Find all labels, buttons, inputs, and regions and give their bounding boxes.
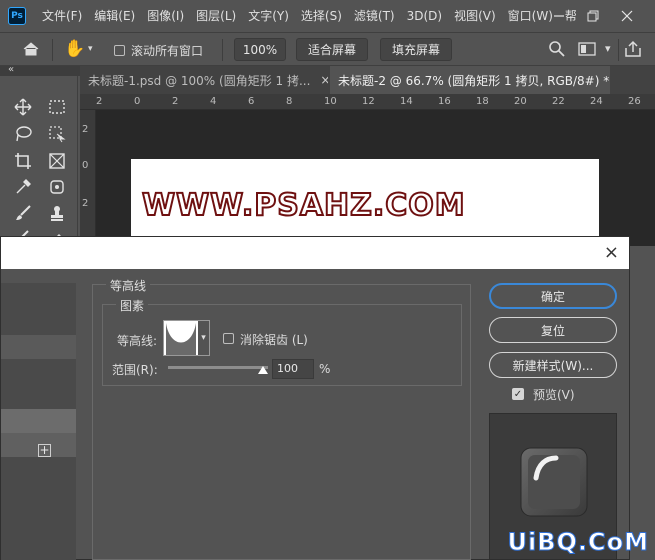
menu-type[interactable]: 文字(Y) [242, 0, 295, 32]
tab-label: 未标题-1.psd @ 100% (圆角矩形 1 拷... [88, 73, 311, 88]
style-list [1, 283, 76, 560]
tab-close-icon[interactable]: × [320, 73, 328, 87]
section-title: 等高线 [106, 277, 151, 294]
tab-label: 未标题-2 @ 66.7% (圆角矩形 1 拷贝, RGB/8#) * [338, 73, 610, 88]
separator [52, 39, 53, 61]
scroll-all-label: 滚动所有窗口 [131, 44, 204, 58]
ok-button[interactable]: 确定 [489, 283, 617, 309]
add-effect-icon[interactable]: + [38, 444, 51, 457]
tab-document-1[interactable]: 未标题-1.psd @ 100% (圆角矩形 1 拷... × [80, 66, 328, 94]
range-label: 范围(R): [112, 363, 158, 377]
ruler-tick-label: 12 [362, 96, 375, 107]
ruler-tick-label: 16 [438, 96, 451, 107]
new-style-button[interactable]: 新建样式(W)... [489, 352, 617, 378]
move-tool-icon[interactable] [12, 96, 34, 118]
group-title: 图素 [116, 297, 149, 314]
ruler-tick-label: 2 [96, 96, 103, 107]
horizontal-ruler: 2 0 2 4 6 8 10 12 14 16 18 20 22 24 26 [80, 94, 655, 110]
brush-tool-icon[interactable] [12, 202, 34, 224]
range-slider[interactable] [168, 366, 268, 369]
preview-checkbox[interactable]: ✓ [512, 388, 524, 400]
ruler-tick-label: 26 [628, 96, 641, 107]
fill-screen-button[interactable]: 填充屏幕 [380, 38, 452, 61]
chevron-down-icon[interactable]: ▾ [88, 44, 93, 54]
ruler-tick-label: 2 [82, 124, 89, 135]
range-input[interactable]: 100 [272, 359, 314, 379]
object-selection-tool-icon[interactable] [46, 123, 68, 145]
ruler-tick-label: 10 [324, 96, 337, 107]
list-item[interactable] [1, 409, 76, 433]
canvas-text-layer[interactable]: WWW.PSAHZ.COM [141, 187, 466, 224]
search-icon[interactable] [548, 40, 566, 61]
fit-screen-button[interactable]: 适合屏幕 [296, 38, 368, 61]
ruler-tick-label: 0 [134, 96, 141, 107]
clone-stamp-tool-icon[interactable] [46, 202, 68, 224]
collapse-panel-icon[interactable]: « [8, 64, 14, 75]
menu-layer[interactable]: 图层(L) [190, 0, 242, 32]
separator [618, 39, 619, 61]
contour-curve-icon [166, 323, 196, 355]
spot-healing-tool-icon[interactable] [46, 176, 68, 198]
ruler-tick-label: 2 [172, 96, 179, 107]
site-watermark: UiBQ.CoM [507, 528, 649, 557]
zoom-100-button[interactable]: 100% [234, 38, 286, 61]
workspace-chevron-icon[interactable]: ▾ [605, 42, 611, 55]
ruler-tick-label: 0 [82, 160, 89, 171]
ruler-tick-label: 8 [286, 96, 293, 107]
home-icon[interactable] [22, 41, 40, 60]
options-bar: ✋ ▾ 滚动所有窗口 100% 适合屏幕 填充屏幕 ▾ [0, 32, 655, 66]
minimize-icon[interactable] [544, 0, 574, 32]
ruler-tick-label: 4 [210, 96, 217, 107]
ruler-tick-label: 20 [514, 96, 527, 107]
preview-label: 预览(V) [533, 388, 575, 402]
antialias-checkbox[interactable] [223, 333, 234, 344]
scroll-all-checkbox[interactable] [114, 43, 125, 57]
frame-tool-icon[interactable] [46, 150, 68, 172]
eyedropper-tool-icon[interactable] [12, 176, 34, 198]
contour-label: 等高线: [117, 334, 158, 348]
tools-panel [0, 76, 78, 246]
range-slider-thumb[interactable] [258, 366, 268, 374]
window-close-icon[interactable] [612, 0, 642, 32]
menu-view[interactable]: 视图(V) [448, 0, 502, 32]
contour-dropdown-chevron-icon[interactable]: ▾ [198, 320, 210, 356]
ruler-tick-label: 22 [552, 96, 565, 107]
reset-button[interactable]: 复位 [489, 317, 617, 343]
antialias-label: 消除锯齿 (L) [240, 333, 308, 347]
hand-tool-icon[interactable]: ✋ [64, 39, 85, 59]
restore-icon[interactable] [578, 0, 608, 32]
vertical-ruler: 2 0 2 [80, 110, 96, 246]
menu-image[interactable]: 图像(I) [141, 0, 190, 32]
ruler-tick-label: 14 [400, 96, 413, 107]
lasso-tool-icon[interactable] [12, 123, 34, 145]
ruler-tick-label: 6 [248, 96, 255, 107]
menu-select[interactable]: 选择(S) [295, 0, 348, 32]
range-unit: % [319, 362, 331, 376]
dialog-close-icon[interactable]: × [604, 242, 619, 263]
menu-file[interactable]: 文件(F) [36, 0, 88, 32]
dialog-title-bar[interactable] [1, 237, 629, 269]
menu-filter[interactable]: 滤镜(T) [348, 0, 401, 32]
tab-document-2[interactable]: 未标题-2 @ 66.7% (圆角矩形 1 拷贝, RGB/8#) * × [330, 66, 610, 94]
photoshop-logo-icon[interactable]: Ps [8, 7, 26, 25]
ruler-tick-label: 2 [82, 198, 89, 209]
document-tab-bar: 未标题-1.psd @ 100% (圆角矩形 1 拷... × 未标题-2 @ … [80, 66, 655, 94]
ruler-tick-label: 24 [590, 96, 603, 107]
list-item[interactable] [1, 335, 76, 359]
marquee-tool-icon[interactable] [46, 96, 68, 118]
workspace-icon[interactable] [578, 41, 596, 60]
menu-3d[interactable]: 3D(D) [401, 0, 448, 32]
ruler-tick-label: 18 [476, 96, 489, 107]
menu-edit[interactable]: 编辑(E) [88, 0, 141, 32]
share-icon[interactable] [624, 40, 642, 61]
crop-tool-icon[interactable] [12, 150, 34, 172]
separator [222, 39, 223, 61]
